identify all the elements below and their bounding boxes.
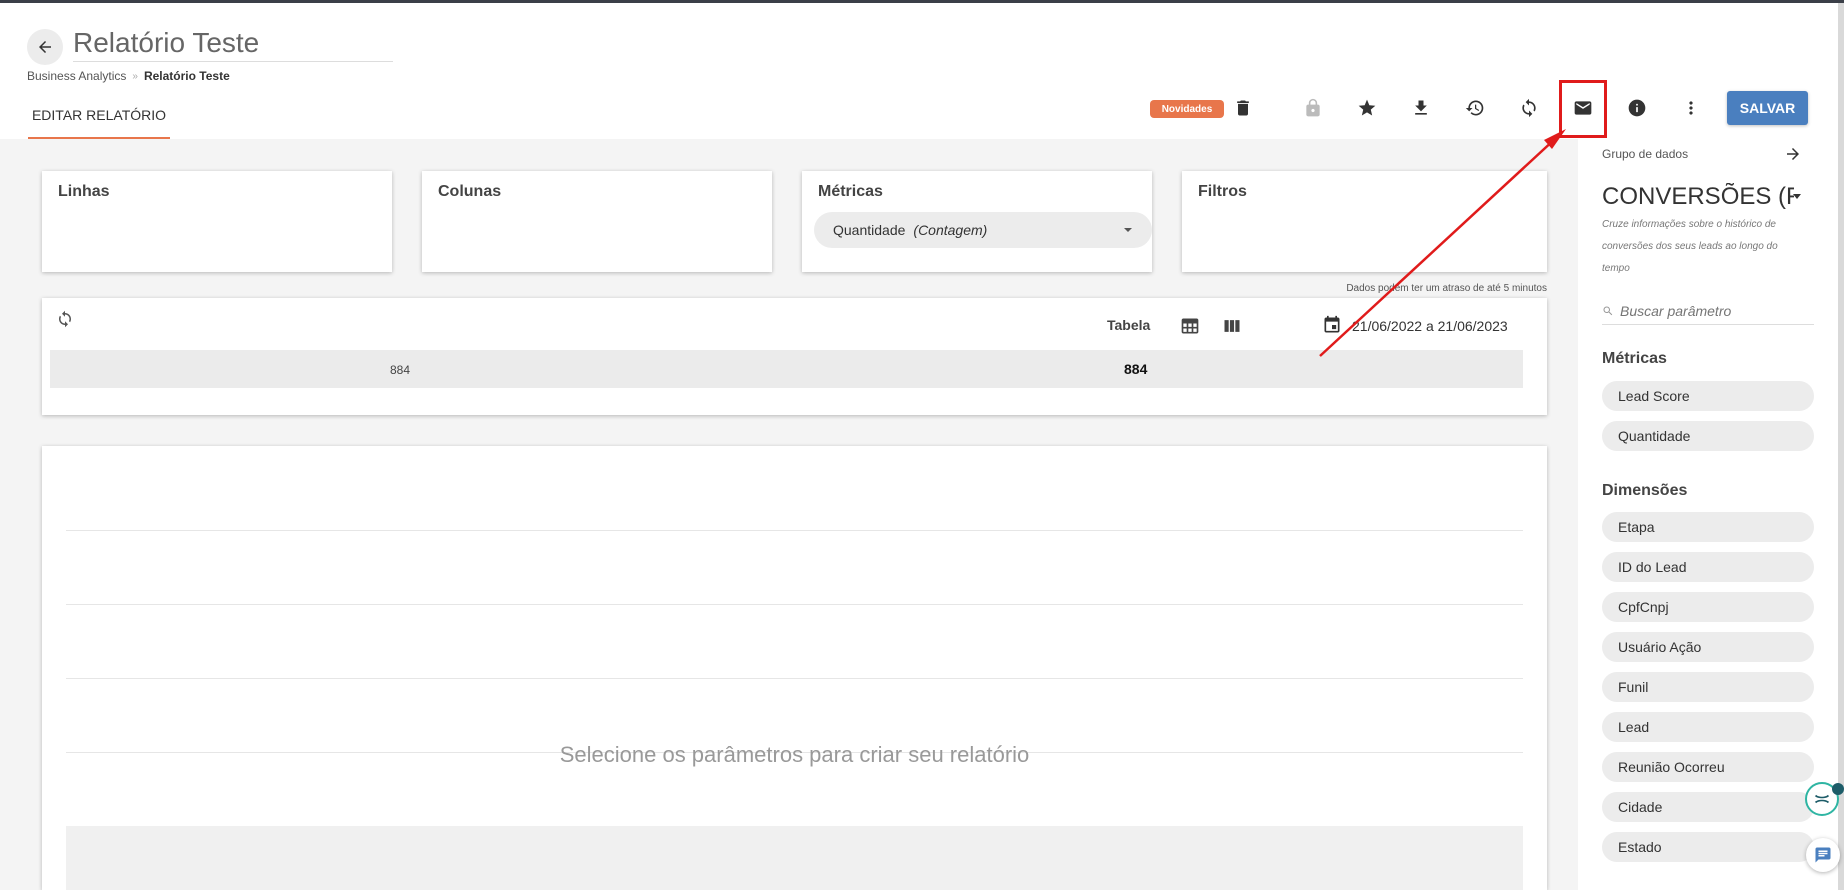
data-group-label: Grupo de dados (1602, 147, 1689, 161)
metric-item[interactable]: Lead Score (1602, 381, 1814, 411)
columns-view-button[interactable] (1222, 316, 1242, 341)
dimension-item[interactable]: Reunião Ocorreu (1602, 752, 1814, 782)
dimension-item[interactable]: Cidade (1602, 792, 1814, 822)
star-icon (1358, 99, 1376, 116)
report-title[interactable]: Relatório Teste (73, 27, 393, 62)
chevron-down-icon[interactable] (1793, 194, 1801, 199)
chat-icon (1815, 847, 1831, 863)
chart-gridline (66, 604, 1523, 605)
parameter-search[interactable] (1602, 297, 1814, 325)
view-column-icon (1224, 320, 1240, 332)
arrow-back-icon (39, 41, 51, 53)
highlight-annotation-box (1559, 80, 1607, 138)
breadcrumb-separator: » (132, 70, 138, 82)
chart-footer-band (66, 826, 1523, 890)
sync-icon (59, 310, 71, 328)
chevron-down-icon[interactable] (1124, 228, 1132, 232)
collapse-sidebar-button[interactable] (1784, 145, 1802, 168)
empty-state-message: Selecione os parâmetros para criar seu r… (559, 742, 1030, 767)
novidades-badge[interactable]: Novidades (1150, 100, 1224, 118)
lock-icon (1306, 98, 1320, 117)
delete-icon (1237, 100, 1249, 116)
save-button[interactable]: SALVAR (1727, 91, 1808, 125)
chart-gridline (66, 678, 1523, 679)
table-row: 884 884 (50, 350, 1523, 388)
dimension-item[interactable]: Estado (1602, 832, 1814, 862)
breadcrumb-root[interactable]: Business Analytics (27, 69, 126, 83)
metric-chip-aggregation: (Contagem) (913, 222, 988, 238)
sync-icon (1522, 98, 1536, 118)
rows-card-title: Linhas (58, 183, 110, 200)
parameters-sidebar: Grupo de dados CONVERSÕES (Fu Cruze info… (1578, 139, 1844, 890)
view-mode-label: Tabela (1107, 317, 1151, 333)
metric-chip-quantidade[interactable]: Quantidade (Contagem) (814, 212, 1152, 248)
download-icon (1415, 100, 1427, 115)
history-icon (1465, 100, 1484, 116)
date-range[interactable]: 21/06/2022 a 21/06/2023 (1352, 318, 1508, 334)
table-card: Tabela 21/06/2022 a 21/06/2023 884 884 (42, 298, 1547, 415)
breadcrumb-current: Relatório Teste (143, 69, 230, 83)
columns-card-title: Colunas (438, 183, 502, 200)
filters-card-title: Filtros (1198, 183, 1247, 200)
date-picker-button[interactable] (1322, 315, 1342, 340)
info-icon (1628, 99, 1646, 117)
more-options-button[interactable] (1673, 88, 1709, 128)
dimension-item[interactable]: ID do Lead (1602, 552, 1814, 582)
rows-card[interactable]: Linhas (42, 171, 392, 272)
row-label-value: 884 (390, 363, 411, 377)
table-grid-icon (1181, 318, 1199, 334)
help-chat-icon (1814, 794, 1830, 804)
help-notification-dot (1832, 783, 1844, 795)
lock-button[interactable] (1295, 88, 1331, 128)
delete-button[interactable] (1225, 88, 1261, 128)
table-refresh-button[interactable] (56, 310, 76, 330)
chart-card: Selecione os parâmetros para criar seu r… (42, 446, 1547, 890)
breadcrumb: Business Analytics » Relatório Teste (27, 69, 230, 83)
dimension-item[interactable]: Funil (1602, 672, 1814, 702)
columns-card[interactable]: Colunas (422, 171, 772, 272)
metrics-card-title: Métricas (818, 183, 883, 200)
search-input[interactable] (1620, 302, 1810, 319)
dimension-item[interactable]: CpfCnpj (1602, 592, 1814, 622)
calendar-icon (1324, 315, 1340, 333)
more-vert-icon (1689, 101, 1693, 115)
download-button[interactable] (1403, 88, 1439, 128)
info-button[interactable] (1619, 88, 1655, 128)
chat-widget-button[interactable] (1806, 838, 1840, 872)
data-group-select[interactable]: CONVERSÕES (Fu (1602, 183, 1794, 211)
metrics-card[interactable]: Métricas Quantidade (Contagem) (802, 171, 1152, 272)
sidebar-dimensions-title: Dimensões (1602, 482, 1688, 499)
chart-gridline (66, 530, 1523, 531)
arrow-forward-icon (1787, 148, 1799, 160)
data-group-description: Cruze informações sobre o histórico de c… (1602, 219, 1778, 274)
search-icon (1603, 306, 1613, 315)
dimension-item[interactable]: Lead (1602, 712, 1814, 742)
history-button[interactable] (1457, 88, 1493, 128)
sync-button[interactable] (1511, 88, 1547, 128)
filters-card[interactable]: Filtros (1182, 171, 1547, 272)
tab-edit-report[interactable]: EDITAR RELATÓRIO (28, 100, 170, 139)
favorite-button[interactable] (1349, 88, 1385, 128)
back-button[interactable] (27, 29, 63, 65)
dimension-item[interactable]: Etapa (1602, 512, 1814, 542)
metric-item[interactable]: Quantidade (1602, 421, 1814, 451)
metric-chip-name: Quantidade (833, 222, 906, 238)
table-view-button[interactable] (1180, 316, 1200, 341)
dimension-item[interactable]: Usuário Ação (1602, 632, 1814, 662)
row-total-value: 884 (1124, 361, 1148, 377)
sidebar-metrics-title: Métricas (1602, 350, 1667, 367)
page-scrollbar[interactable] (1838, 3, 1844, 890)
data-delay-note: Dados podem ter um atraso de até 5 minut… (1346, 283, 1547, 294)
